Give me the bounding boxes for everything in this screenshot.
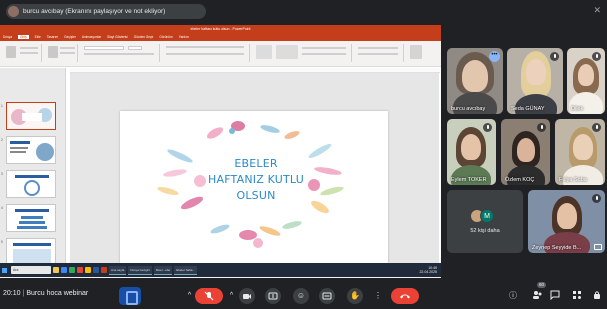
shared-screen: ebeler haftası kutlu olsun - PowerPoint … [0, 25, 441, 278]
mic-off-icon [550, 52, 559, 61]
lock-icon[interactable] [592, 290, 602, 302]
avatar: M [480, 209, 494, 223]
participant-tile[interactable]: Eylem TOKER [447, 119, 496, 185]
others-label: 52 kişi daha [470, 228, 500, 234]
slide-line: OLSUN [236, 189, 276, 202]
taskbar-app: Ana sayfa [109, 265, 127, 275]
windows-start-icon [2, 267, 7, 273]
slide-thumbnails: 1 2 3 4 5 6 [0, 68, 66, 276]
others-tile[interactable]: M 52 kişi daha [447, 190, 523, 253]
taskbar-app: Ebeler hafta... [174, 265, 197, 275]
participant-name: Özlem KOÇ [505, 177, 535, 183]
participant-name: Dilek [571, 106, 584, 112]
participant-tile[interactable]: ••• burcu avcıbay [447, 48, 503, 114]
hand-icon[interactable]: ✋ [347, 288, 363, 304]
powerpoint-icon [101, 267, 107, 273]
participant-count-badge: 60 [537, 282, 547, 288]
participant-name: Zeynep Seyyide B... [532, 245, 582, 251]
ppt-tab: Gözden Geçir [133, 35, 154, 39]
participant-tile[interactable]: Zeynep Seyyide B... [528, 190, 605, 253]
meet-window: burcu avcıbay (Ekranını paylaşıyor ve no… [0, 0, 607, 309]
meeting-title: Burcu hoca webinar [26, 290, 89, 297]
presenter-banner: burcu avcıbay (Ekranını paylaşıyor ve no… [6, 4, 206, 19]
presenting-icon[interactable] [119, 287, 141, 305]
app-icon [77, 267, 83, 273]
participant-tile[interactable]: Özlem KOÇ [501, 119, 550, 185]
folder-icon [53, 267, 59, 273]
participant-tile[interactable]: Dilek [567, 48, 605, 114]
app-icon [69, 267, 75, 273]
slide-thumb[interactable] [6, 136, 56, 164]
mic-off-icon[interactable] [195, 288, 223, 304]
meeting-clock: 20:10 | Burcu hoca webinar [3, 290, 89, 297]
slide-title-box: EBELER HAFTANIZ KUTLU OLSUN [207, 156, 305, 211]
ppt-ribbon-tabs: Dosya Giriş Ekle Tasarım Geçişler Animas… [0, 33, 441, 41]
mic-off-icon [483, 123, 492, 132]
presenter-banner-text: burcu avcıbay (Ekranını paylaşıyor ve no… [23, 8, 166, 15]
ppt-tab: Slayt Gösterisi [107, 35, 128, 39]
taskbar-app: Dosya Gezgini [128, 265, 152, 275]
ppt-tab: Tasarım [46, 35, 59, 39]
ppt-tab: Görünüm [159, 35, 173, 39]
camera-icon[interactable] [239, 288, 255, 304]
participant-tile[interactable]: Seda GÜNAY [507, 48, 563, 114]
ppt-tab: Yardım [178, 35, 189, 39]
mic-off-icon [592, 123, 601, 132]
taskbar-clock: 10:49 22.04.2025 [419, 266, 437, 274]
people-icon[interactable] [532, 290, 542, 302]
participant-tile[interactable]: Fulya Soba [555, 119, 605, 185]
pip-icon [594, 244, 602, 250]
app-icon [85, 267, 91, 273]
mic-off-icon [537, 123, 546, 132]
close-icon[interactable]: ✕ [593, 5, 601, 16]
participant-name: Fulya Soba [559, 177, 587, 183]
slide-line: HAFTANIZ KUTLU [208, 173, 304, 186]
call-end-icon[interactable] [391, 288, 419, 304]
slide-canvas: EBELER HAFTANIZ KUTLU OLSUN [70, 73, 439, 276]
activities-icon[interactable] [572, 290, 582, 302]
mic-off-icon [592, 194, 601, 203]
ppt-tab: Geçişler [64, 35, 76, 39]
taskbar-app: Meet - ebe [153, 265, 173, 275]
taskbar-search: Ara [11, 266, 51, 274]
taskbar-date: 22.04.2025 [419, 270, 437, 274]
word-icon [93, 267, 99, 273]
camera-options-chevron-icon[interactable]: ^ [226, 288, 237, 304]
ppt-tab-active: Giriş [18, 35, 29, 39]
chat-icon[interactable] [550, 290, 560, 302]
captions-icon[interactable] [319, 288, 335, 304]
more-vert-icon[interactable]: ⋮ [372, 288, 384, 304]
ppt-tab: Ekle [34, 35, 41, 39]
mic-options-chevron-icon[interactable]: ^ [184, 288, 195, 304]
slide-thumb[interactable] [6, 238, 56, 266]
present-icon[interactable] [265, 288, 281, 304]
emoji-icon[interactable]: ☺ [293, 288, 309, 304]
browser-icon [61, 267, 67, 273]
ppt-title-bar: ebeler haftası kutlu olsun - PowerPoint [0, 25, 441, 33]
mic-off-icon [592, 52, 601, 61]
windows-taskbar: Ara Ana sayfa Dosya Gezgini Meet - ebe E… [0, 263, 441, 277]
meet-control-bar: 20:10 | Burcu hoca webinar ^ ^ ☺ ✋ ⋮ ⓘ 60 [0, 282, 607, 309]
meeting-time: 20:10 [3, 290, 21, 297]
slide-thumb[interactable] [6, 170, 56, 198]
slide-thumb[interactable] [6, 102, 56, 130]
participant-name: Seda GÜNAY [511, 106, 545, 112]
participant-name: Eylem TOKER [451, 177, 487, 183]
ppt-tab: Animasyonlar [81, 35, 102, 39]
info-icon[interactable]: ⓘ [508, 290, 518, 301]
slide-line: EBELER [234, 157, 278, 170]
slide-thumb[interactable] [6, 204, 56, 232]
current-slide: EBELER HAFTANIZ KUTLU OLSUN [120, 111, 388, 263]
presenter-avatar [8, 6, 19, 17]
participant-name: burcu avcıbay [451, 106, 486, 112]
more-horiz-icon[interactable]: ••• [489, 51, 500, 62]
ppt-ribbon [0, 41, 441, 67]
ppt-tab: Dosya [3, 35, 13, 39]
